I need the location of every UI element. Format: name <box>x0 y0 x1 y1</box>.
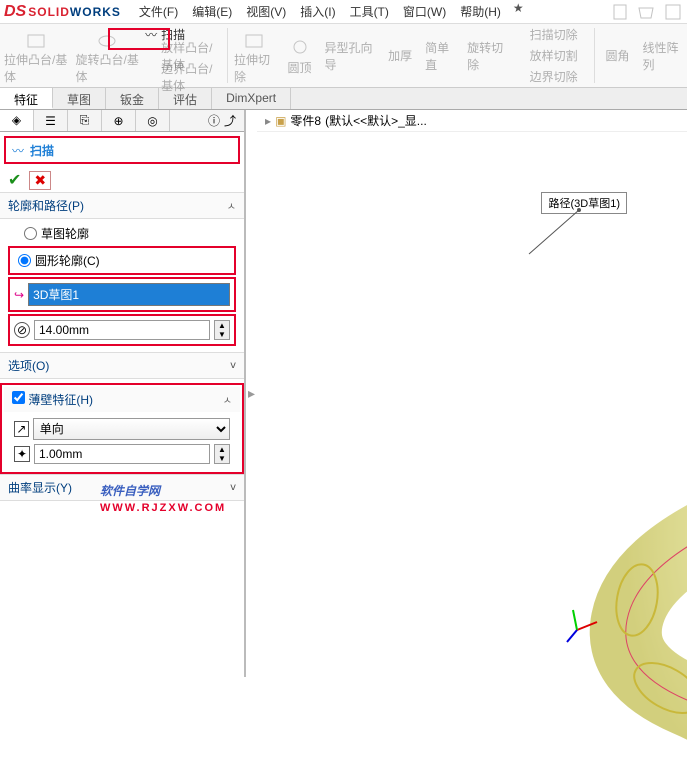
accept-button[interactable]: ✔ <box>8 170 21 190</box>
menu-file[interactable]: 文件(F) <box>133 1 184 22</box>
menu-help[interactable]: 帮助(H) <box>454 1 507 22</box>
property-manager: ◈ ☰ ⎘ ⊕ ◎ 〰 扫描 ⓘ ⤴ ✔ ✖ 轮廓和路径(P)ㅅ 草图轮廓 <box>0 110 246 677</box>
menu-tools[interactable]: 工具(T) <box>344 1 395 22</box>
diameter-spinner[interactable]: ▲▼ <box>214 320 230 340</box>
panel-tab-other[interactable]: ◎ <box>136 110 170 131</box>
cancel-button[interactable]: ✖ <box>29 171 51 190</box>
thickness-spinner[interactable]: ▲▼ <box>214 444 230 464</box>
thicken-button[interactable]: 加厚 <box>379 24 421 87</box>
menubar: 文件(F) 编辑(E) 视图(V) 插入(I) 工具(T) 窗口(W) 帮助(H… <box>133 1 524 22</box>
breadcrumb-back[interactable]: ▸ <box>265 114 271 128</box>
ribbon: 拉伸凸台/基体 旋转凸台/基体 〰扫描 放样凸台/基体 边界凸台/基体 拉伸切除… <box>0 24 687 88</box>
revolve-cut-button[interactable]: 旋转切除 <box>463 24 512 87</box>
sweep-cut-button[interactable]: 扫描切除 <box>512 24 592 45</box>
quick-access-toolbar <box>611 2 683 22</box>
menu-edit[interactable]: 编辑(E) <box>186 1 238 22</box>
panel-collapse-handle[interactable]: ▸ <box>248 385 255 402</box>
help-icon[interactable]: ⓘ <box>208 112 220 129</box>
tab-features[interactable]: 特征 <box>0 88 53 109</box>
menu-window[interactable]: 窗口(W) <box>397 1 452 22</box>
hole-wizard-button[interactable]: 圆顶 <box>279 24 321 87</box>
section-profile-path[interactable]: 轮廓和路径(P)ㅅ <box>0 192 244 219</box>
radio-sketch-profile[interactable]: 草图轮廓 <box>8 223 236 244</box>
direction-icon: ↗ <box>14 421 29 437</box>
watermark: 软件自学网 WWW.RJZXW.COM <box>100 470 226 514</box>
direction-select[interactable]: 单向 <box>33 418 230 440</box>
feature-title: 扫描 <box>30 142 54 159</box>
graphics-area[interactable]: ▸ ▣ 零件8 (默认<<默认>_显... 路径(3D草图1) ⬥ <box>257 110 687 677</box>
feature-header: 〰 扫描 ⓘ ⤴ <box>4 136 240 164</box>
fillet-button[interactable]: 圆角 <box>597 24 639 87</box>
thin-feature-checkbox[interactable] <box>12 391 25 404</box>
sweep-icon: 〰 <box>12 142 24 159</box>
part-state: (默认<<默认>_显... <box>325 112 427 129</box>
highlight-sweep <box>108 28 170 50</box>
thickness-icon: ✦ <box>14 446 30 462</box>
app-logo: DS SOLIDWORKS <box>4 3 121 21</box>
radio-circular-profile[interactable]: 圆形轮廓(C) <box>12 250 232 271</box>
save-icon[interactable] <box>663 2 683 22</box>
open-icon[interactable] <box>637 2 657 22</box>
boundary-button[interactable]: 边界凸台/基体 <box>143 66 225 87</box>
panel-tab-target[interactable]: ⊕ <box>102 110 136 131</box>
command-tabs: 特征 草图 钣金 评估 DimXpert <box>0 88 687 110</box>
path-selection-field[interactable]: 3D草图1 <box>28 283 230 306</box>
path-icon: ↪ <box>14 288 24 302</box>
tab-dimxpert[interactable]: DimXpert <box>212 88 291 109</box>
part-icon: ▣ <box>275 114 286 128</box>
diameter-icon: ⊘ <box>14 322 30 338</box>
extrude-cut-button[interactable]: 拉伸切除 <box>230 24 279 87</box>
menu-insert[interactable]: 插入(I) <box>294 1 341 22</box>
section-thin-feature[interactable]: 薄壁特征(H) ㅅ <box>4 387 240 412</box>
menu-view[interactable]: 视图(V) <box>240 1 292 22</box>
boundary-cut-button[interactable]: 边界切除 <box>512 66 592 87</box>
star-icon[interactable]: ★ <box>513 1 524 22</box>
panel-tab-feature[interactable]: ◈ <box>0 110 34 131</box>
panel-tab-config[interactable]: ☰ <box>34 110 68 131</box>
extrude-boss-button[interactable]: 拉伸凸台/基体 <box>0 24 72 87</box>
model-preview: ⬥ <box>517 270 687 770</box>
pattern-button[interactable]: 线性阵列 <box>639 24 687 87</box>
tab-sheetmetal[interactable]: 钣金 <box>106 88 159 109</box>
part-name[interactable]: 零件8 <box>290 112 321 129</box>
tab-sketch[interactable]: 草图 <box>53 88 106 109</box>
panel-tab-display[interactable]: ⎘ <box>68 110 102 131</box>
section-options[interactable]: 选项(O)ⅴ <box>0 352 244 379</box>
diameter-input[interactable] <box>34 320 210 340</box>
simple-button[interactable]: 简单直 <box>421 24 463 87</box>
breadcrumb: ▸ ▣ 零件8 (默认<<默认>_显... <box>257 110 687 132</box>
loft-cut-button[interactable]: 放样切割 <box>512 45 592 66</box>
new-icon[interactable] <box>611 2 631 22</box>
shaped-hole-button[interactable]: 异型孔向导 <box>321 24 380 87</box>
pin-icon[interactable]: ⤴ <box>224 112 236 129</box>
thickness-input[interactable] <box>34 444 210 464</box>
